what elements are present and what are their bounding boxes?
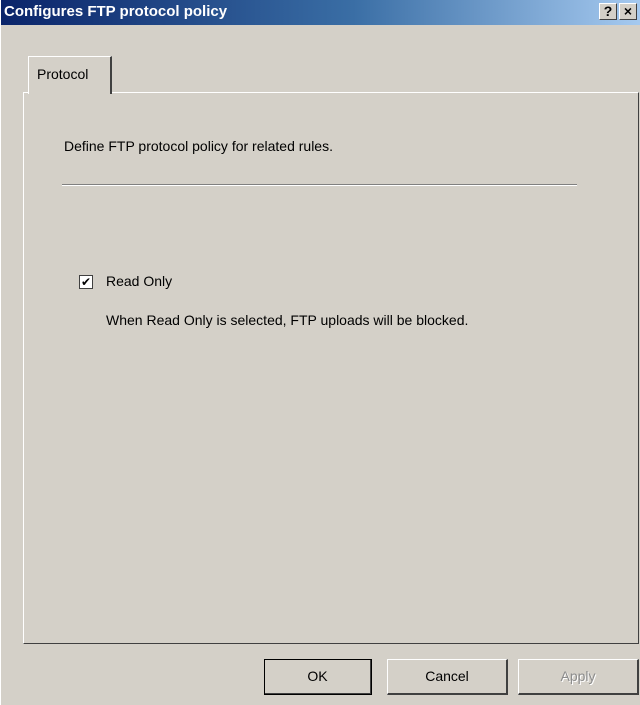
read-only-hint: When Read Only is selected, FTP uploads …: [106, 312, 469, 328]
checkmark-icon: ✔: [80, 275, 92, 289]
title-bar[interactable]: Configures FTP protocol policy ? ×: [1, 0, 640, 25]
read-only-label[interactable]: Read Only: [106, 273, 172, 289]
ok-button[interactable]: OK: [264, 659, 372, 695]
help-button[interactable]: ?: [599, 3, 617, 20]
close-button[interactable]: ×: [619, 3, 637, 20]
help-icon: ?: [603, 3, 613, 19]
dialog-window: Configures FTP protocol policy ? × Proto…: [0, 0, 640, 705]
window-title: Configures FTP protocol policy: [4, 3, 228, 20]
separator-line: [62, 184, 577, 186]
panel-description: Define FTP protocol policy for related r…: [64, 138, 333, 154]
read-only-checkbox[interactable]: ✔: [79, 275, 93, 289]
apply-button[interactable]: Apply: [518, 659, 639, 695]
tab-protocol-label: Protocol: [37, 66, 89, 82]
tab-panel: [23, 92, 639, 644]
close-icon: ×: [623, 3, 633, 19]
cancel-button[interactable]: Cancel: [387, 659, 508, 695]
tab-protocol[interactable]: Protocol: [28, 56, 112, 94]
